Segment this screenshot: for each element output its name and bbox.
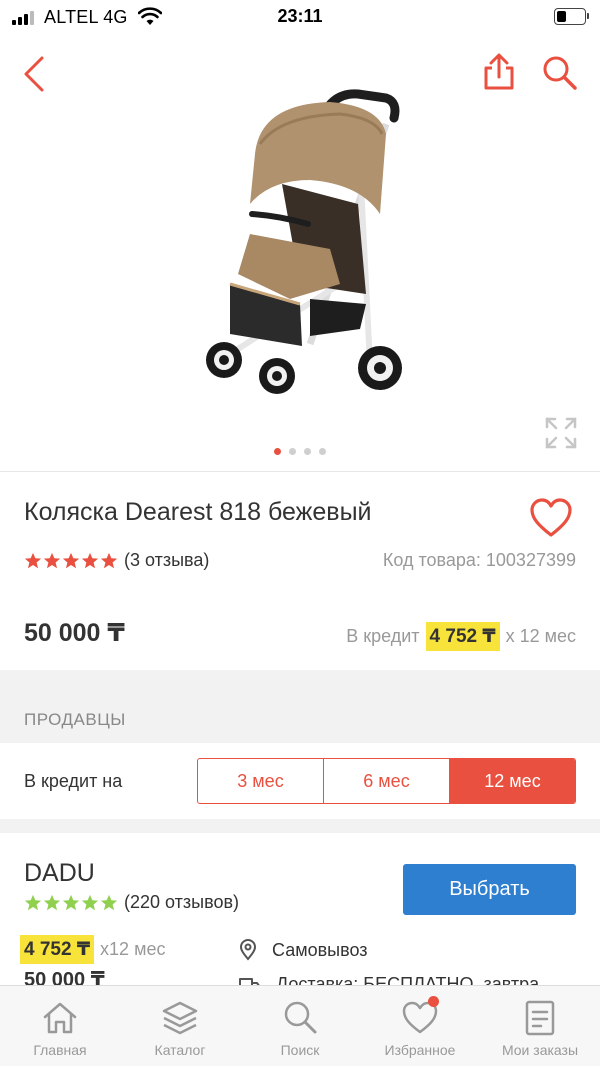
seller-reviews-link[interactable]: (220 отзывов): [124, 892, 239, 913]
status-bar: ALTEL 4G 23:11: [0, 0, 600, 34]
search-icon: [284, 1001, 317, 1034]
credit-term-selector[interactable]: 3 мес 6 мес 12 мес: [197, 758, 576, 804]
gallery-pagination[interactable]: [0, 448, 600, 455]
gallery-dot[interactable]: [274, 448, 281, 455]
home-icon: [43, 1002, 77, 1034]
product-title: Коляска Dearest 818 бежевый: [24, 498, 372, 526]
seller-rating-stars: [24, 894, 118, 912]
battery-icon: [554, 8, 589, 25]
share-icon[interactable]: [480, 52, 518, 92]
tab-label: Каталог: [154, 1042, 206, 1058]
product-image-stroller: [206, 89, 402, 394]
tab-label: Мои заказы: [501, 1042, 579, 1058]
star-icon: [81, 894, 99, 911]
sellers-section-header: ПРОДАВЦЫ: [0, 670, 600, 743]
gallery-dot[interactable]: [319, 448, 326, 455]
tab-favorites[interactable]: Избранное: [360, 986, 480, 1066]
term-option-3[interactable]: 3 мес: [198, 759, 324, 803]
location-pin-icon: [239, 939, 257, 961]
product-price: 50 000 ₸: [24, 619, 125, 647]
star-icon: [43, 552, 61, 569]
star-icon: [100, 552, 118, 569]
star-icon: [43, 894, 61, 911]
notification-dot: [428, 996, 439, 1007]
seller-credit-amount: 4 752 ₸: [20, 935, 95, 964]
seller-name[interactable]: DADU: [24, 859, 95, 888]
product-code: Код товара: 100327399: [382, 550, 576, 570]
pickup-option: Самовывоз: [238, 939, 368, 961]
tab-home[interactable]: Главная: [0, 986, 120, 1066]
term-option-12[interactable]: 12 мес: [450, 759, 575, 803]
gallery-dot[interactable]: [304, 448, 311, 455]
star-icon: [81, 552, 99, 569]
section-divider: [0, 819, 600, 833]
product-rating-stars: [24, 552, 118, 570]
seller-card: DADU (220 отзывов) Выбрать 4 752 ₸ x12 м…: [0, 833, 600, 993]
sellers-title: ПРОДАВЦЫ: [24, 710, 126, 729]
search-icon[interactable]: [540, 54, 580, 92]
credit-term-label: В кредит на: [24, 771, 123, 791]
tab-label: Избранное: [384, 1042, 456, 1058]
tab-catalog[interactable]: Каталог: [120, 986, 240, 1066]
star-icon: [62, 552, 80, 569]
product-reviews-link[interactable]: (3 отзыва): [124, 550, 209, 571]
product-info: Коляска Dearest 818 бежевый (3 отзыва) К…: [0, 473, 600, 670]
seller-credit-info: 4 752 ₸ x12 мес: [20, 935, 165, 964]
star-icon: [24, 552, 42, 569]
back-icon[interactable]: [18, 54, 54, 94]
tab-label: Поиск: [280, 1042, 320, 1058]
star-icon: [24, 894, 42, 911]
clock: 23:11: [277, 6, 323, 26]
tab-label: Главная: [33, 1042, 87, 1058]
expand-icon[interactable]: [544, 416, 578, 450]
pickup-label: Самовывоз: [272, 939, 368, 960]
term-option-6[interactable]: 6 мес: [324, 759, 450, 803]
seller-credit-suffix: x12 мес: [100, 939, 166, 959]
bottom-tab-bar: Главная Каталог Поиск Избранное Мои зака…: [0, 985, 600, 1066]
credit-amount: 4 752 ₸: [425, 622, 500, 651]
product-gallery[interactable]: [0, 34, 600, 472]
product-credit-info: В кредит 4 752 ₸ x 12 мес: [346, 622, 576, 651]
choose-seller-button[interactable]: Выбрать: [403, 864, 576, 915]
tab-search[interactable]: Поиск: [240, 986, 360, 1066]
tab-orders[interactable]: Мои заказы: [480, 986, 600, 1066]
star-icon: [62, 894, 80, 911]
credit-suffix: x 12 мес: [505, 626, 576, 646]
credit-prefix: В кредит: [346, 626, 420, 646]
orders-icon: [525, 1000, 555, 1036]
favorite-heart-icon[interactable]: [528, 497, 574, 539]
layers-icon: [162, 1001, 198, 1035]
credit-term-row: В кредит на 3 мес 6 мес 12 мес: [0, 743, 600, 819]
gallery-dot[interactable]: [289, 448, 296, 455]
star-icon: [100, 894, 118, 911]
